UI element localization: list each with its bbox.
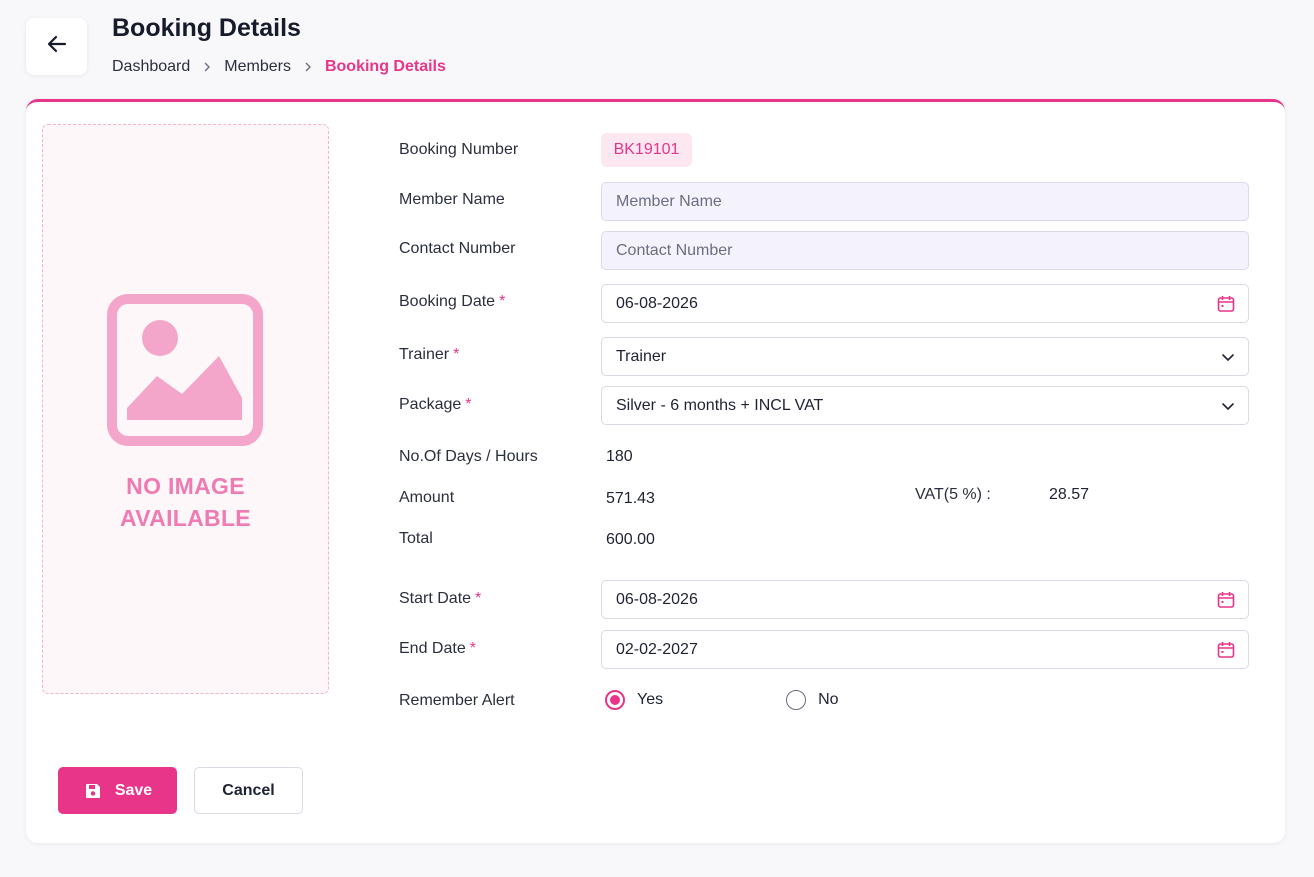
chevron-down-icon [1220, 398, 1236, 414]
start-date-label: Start Date * [399, 590, 482, 607]
package-value: Silver - 6 months + INCL VAT [616, 396, 824, 414]
required-mark: * [499, 293, 506, 310]
trainer-label: Trainer * [399, 346, 460, 363]
page-title: Booking Details [112, 14, 301, 42]
member-name-input[interactable] [601, 182, 1249, 221]
days-hours-label: No.Of Days / Hours [399, 448, 538, 465]
start-date-input[interactable]: 06-08-2026 [601, 580, 1249, 619]
breadcrumb: Dashboard Members Booking Details [112, 58, 446, 76]
end-date-value: 02-02-2027 [616, 640, 698, 658]
booking-number-badge: BK19101 [601, 133, 692, 167]
member-name-label: Member Name [399, 191, 505, 208]
chevron-right-icon [202, 62, 212, 72]
end-date-label: End Date * [399, 640, 476, 657]
no-image-text: NO IMAGE AVAILABLE [120, 473, 251, 531]
remember-alert-no[interactable]: No [786, 690, 839, 710]
vat-value: 28.57 [1049, 486, 1090, 503]
contact-number-input[interactable] [601, 231, 1249, 270]
required-mark: * [465, 396, 472, 413]
remember-alert-yes[interactable]: Yes [605, 690, 663, 710]
chevron-down-icon [1220, 349, 1236, 365]
cancel-button-label: Cancel [222, 781, 275, 799]
amount-label: Amount [399, 489, 455, 506]
trainer-select[interactable]: Trainer [601, 337, 1249, 376]
remember-alert-radio-group: Yes No [605, 690, 839, 710]
radio-checked-icon[interactable] [605, 690, 625, 710]
required-mark: * [453, 346, 460, 363]
booking-details-card: NO IMAGE AVAILABLE Booking Number BK1910… [26, 99, 1285, 843]
required-mark: * [469, 640, 476, 657]
total-value: 600.00 [606, 531, 655, 548]
vat-label: VAT(5 %) : [915, 486, 991, 503]
booking-date-label: Booking Date * [399, 293, 506, 310]
cancel-button[interactable]: Cancel [194, 767, 303, 814]
chevron-right-icon [303, 62, 313, 72]
total-label: Total [399, 530, 433, 547]
package-label: Package * [399, 396, 472, 413]
save-button[interactable]: Save [58, 767, 177, 814]
remember-alert-label: Remember Alert [399, 692, 515, 709]
save-button-label: Save [114, 781, 153, 799]
floppy-disk-icon [85, 783, 100, 798]
breadcrumb-current: Booking Details [324, 58, 446, 75]
calendar-icon[interactable] [1216, 590, 1236, 610]
amount-value: 571.43 [606, 490, 655, 507]
trainer-value: Trainer [616, 347, 667, 365]
radio-unchecked-icon[interactable] [786, 690, 807, 710]
booking-number-label: Booking Number [399, 141, 519, 158]
calendar-icon[interactable] [1216, 294, 1236, 314]
start-date-value: 06-08-2026 [616, 590, 698, 608]
booking-date-value: 06-08-2026 [616, 294, 698, 312]
calendar-icon[interactable] [1216, 640, 1236, 660]
end-date-input[interactable]: 02-02-2027 [601, 630, 1249, 669]
arrow-left-icon [45, 32, 69, 61]
package-select[interactable]: Silver - 6 months + INCL VAT [601, 386, 1249, 425]
booking-date-input[interactable]: 06-08-2026 [601, 284, 1249, 323]
back-button[interactable] [26, 18, 87, 75]
image-placeholder: NO IMAGE AVAILABLE [42, 124, 329, 694]
days-hours-value: 180 [606, 448, 633, 465]
contact-number-label: Contact Number [399, 240, 516, 257]
breadcrumb-members[interactable]: Members [224, 58, 291, 76]
required-mark: * [475, 590, 482, 607]
breadcrumb-dashboard[interactable]: Dashboard [112, 58, 190, 76]
